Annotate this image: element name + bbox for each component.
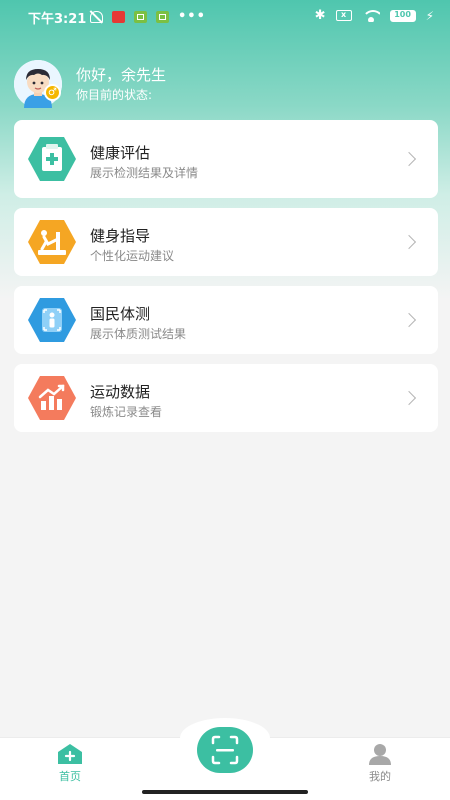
national-fitness-test-card[interactable]: 国民体测 展示体质测试结果 xyxy=(14,286,438,354)
national-fitness-test-icon xyxy=(28,298,76,342)
more-notifications-icon: ••• xyxy=(178,9,206,24)
nav-home-label: 首页 xyxy=(59,770,81,783)
card-title: 健身指导 xyxy=(90,227,151,245)
male-gender-icon: ♂ xyxy=(44,84,61,101)
exercise-data-icon xyxy=(28,376,76,420)
chevron-right-icon xyxy=(401,151,417,167)
status-bar: 下午3:21 ••• ✱ x 100 ⚡ xyxy=(0,0,450,32)
battery-icon: 100 xyxy=(389,9,416,22)
chevron-right-icon xyxy=(401,390,417,406)
nav-mine-label: 我的 xyxy=(369,770,391,783)
bluetooth-icon: ✱ xyxy=(314,8,326,23)
card-subtitle: 展示体质测试结果 xyxy=(90,327,187,341)
scan-icon xyxy=(211,735,239,765)
chevron-right-icon xyxy=(401,234,417,250)
scan-button[interactable] xyxy=(197,727,253,773)
user-icon xyxy=(369,744,391,765)
sim-icon: x xyxy=(335,10,352,21)
wifi-icon xyxy=(361,9,380,22)
fitness-guidance-icon xyxy=(28,220,76,264)
home-icon xyxy=(58,744,82,764)
wechat-notification-icon-2 xyxy=(156,10,169,23)
nav-home-tab[interactable]: 首页 xyxy=(50,742,90,786)
notification-icons: ••• xyxy=(90,9,206,24)
greeting-text: 你好，余先生 xyxy=(76,66,167,84)
fitness-guidance-card[interactable]: 健身指导 个性化运动建议 xyxy=(14,208,438,276)
charging-icon: ⚡ xyxy=(425,8,434,23)
muted-bell-icon xyxy=(90,10,103,23)
home-indicator[interactable] xyxy=(142,790,308,794)
nav-mine-tab[interactable]: 我的 xyxy=(360,742,400,786)
card-subtitle: 个性化运动建议 xyxy=(90,249,175,263)
status-time: 下午3:21 xyxy=(28,12,87,27)
exercise-data-card[interactable]: 运动数据 锻炼记录查看 xyxy=(14,364,438,432)
app-notification-icon xyxy=(112,10,125,23)
system-icons: ✱ x 100 ⚡ xyxy=(315,8,434,23)
card-subtitle: 展示检测结果及详情 xyxy=(90,166,199,180)
card-title: 运动数据 xyxy=(90,383,151,401)
card-subtitle: 锻炼记录查看 xyxy=(90,405,163,419)
health-assessment-icon xyxy=(28,137,76,181)
card-title: 健康评估 xyxy=(90,144,151,162)
card-title: 国民体测 xyxy=(90,305,151,323)
status-label: 你目前的状态: xyxy=(76,88,153,102)
health-assessment-card[interactable]: 健康评估 展示检测结果及详情 xyxy=(14,120,438,198)
chevron-right-icon xyxy=(401,312,417,328)
battery-level: 100 xyxy=(394,9,411,19)
wechat-notification-icon xyxy=(134,10,147,23)
